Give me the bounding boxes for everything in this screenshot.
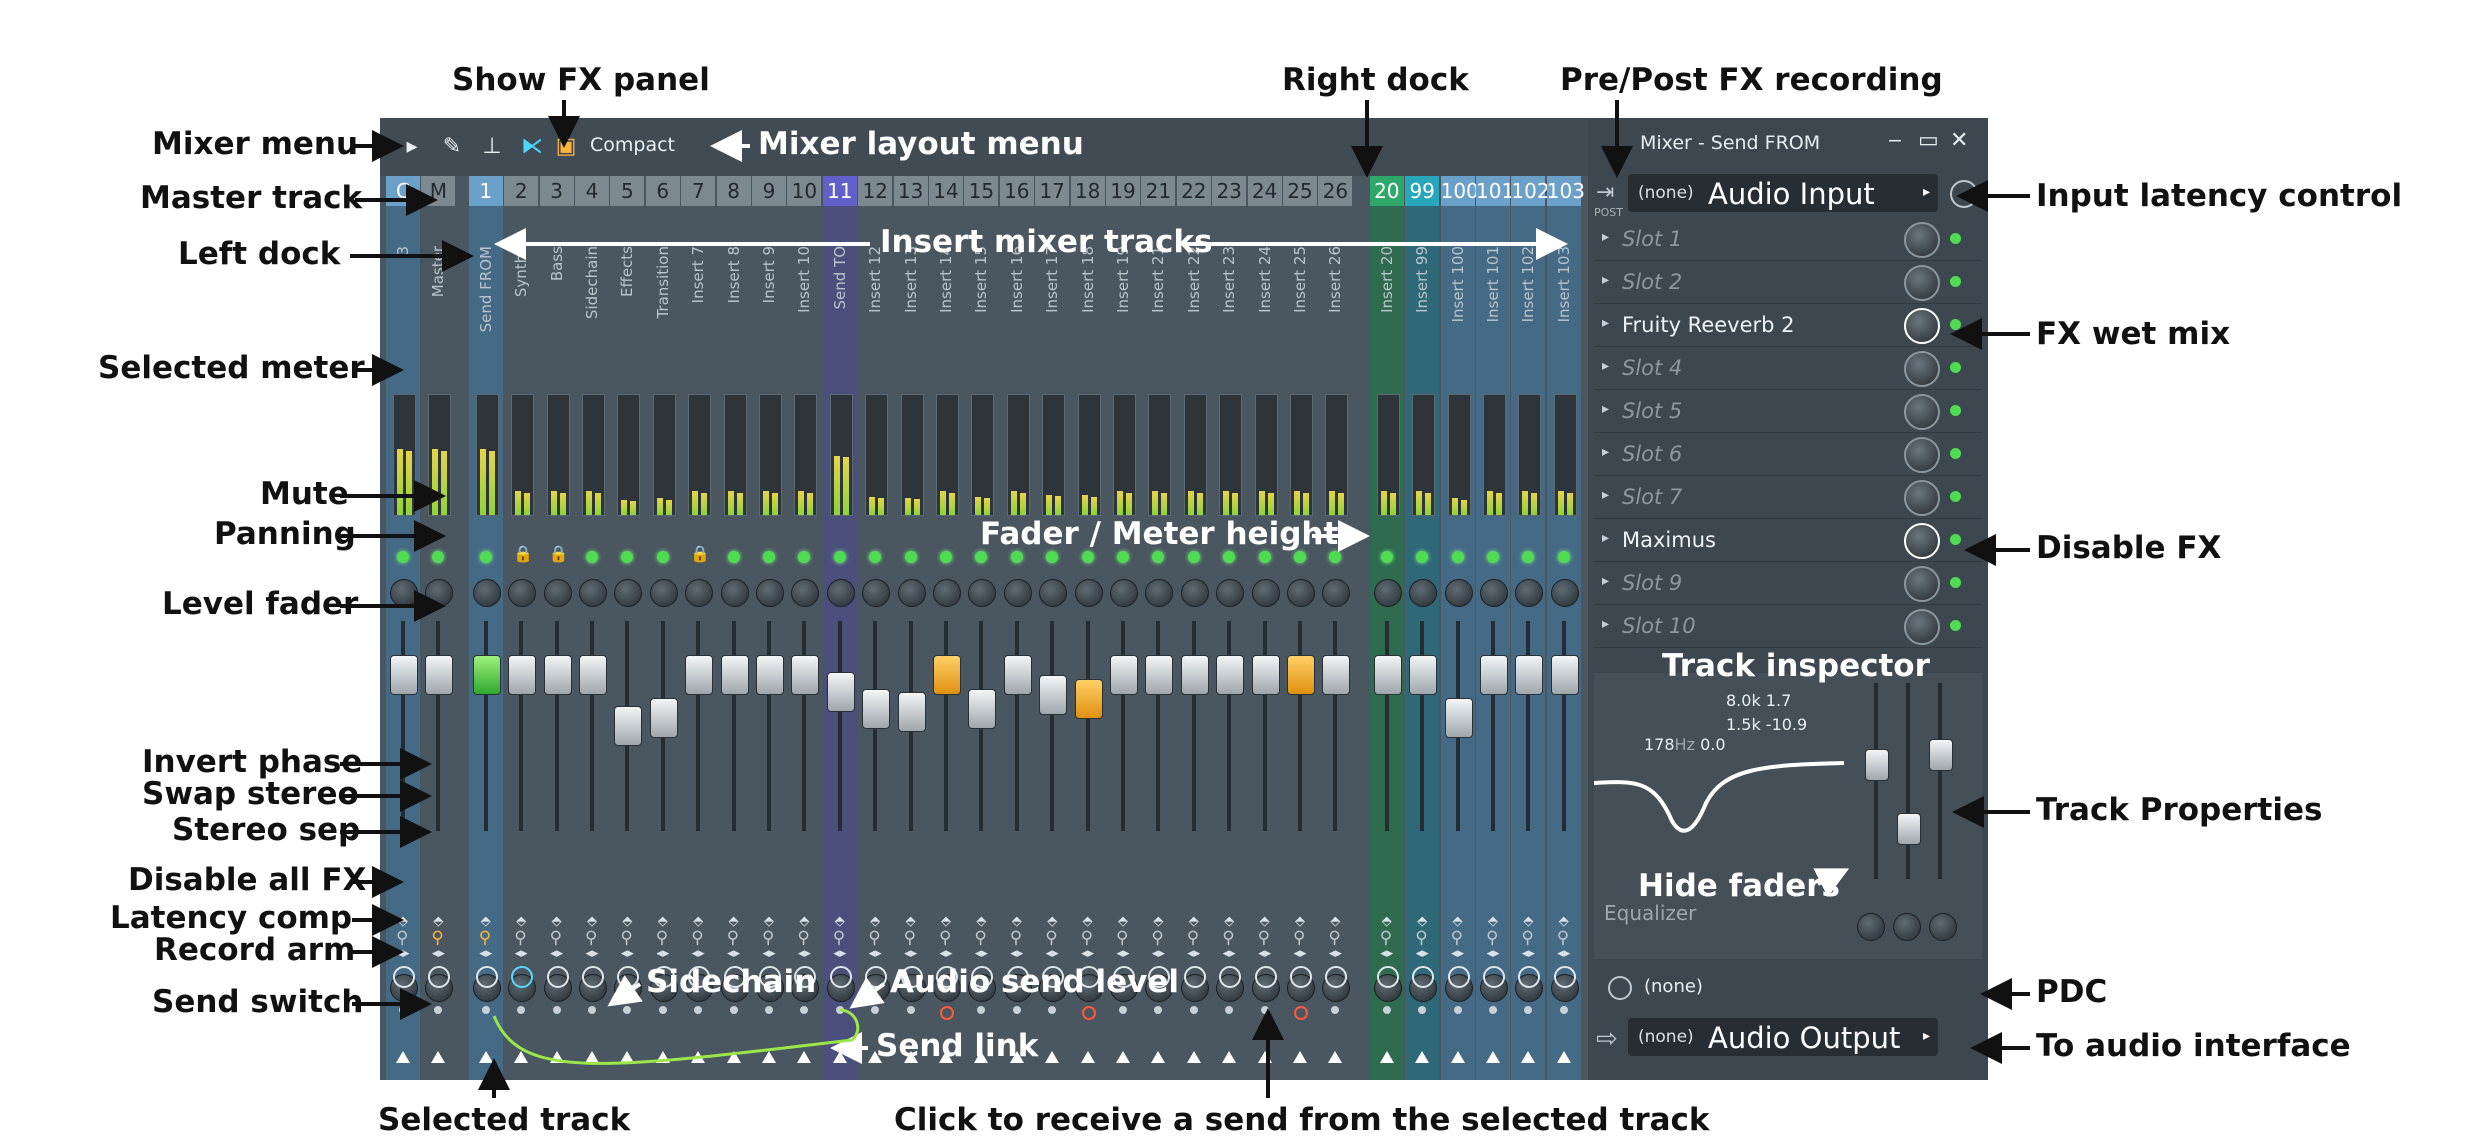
annotation-arrows xyxy=(340,100,2030,1098)
